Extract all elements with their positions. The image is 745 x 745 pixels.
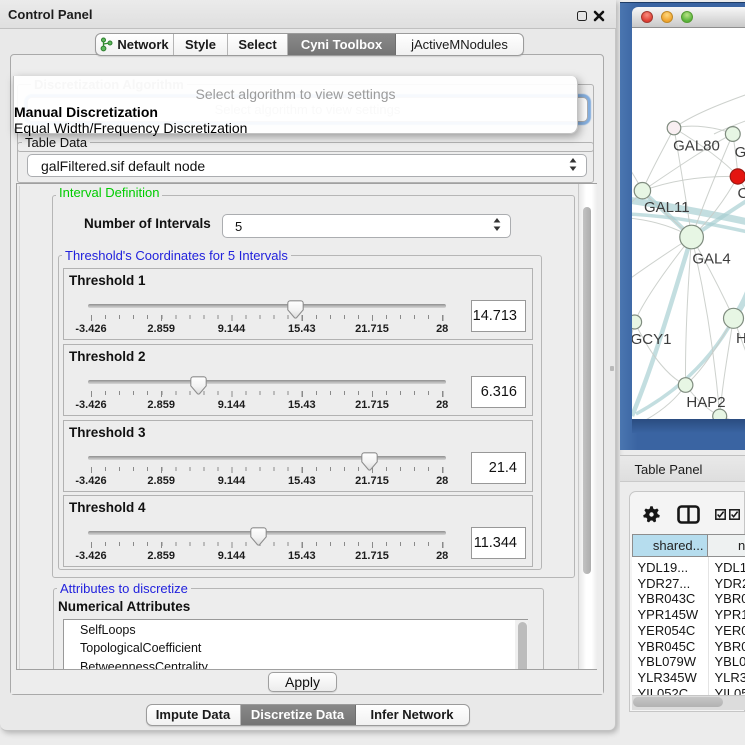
svg-text:GAL80: GAL80 bbox=[673, 137, 720, 154]
svg-text:HAP2: HAP2 bbox=[686, 394, 725, 411]
svg-text:H: H bbox=[736, 330, 745, 347]
svg-text:GCY1: GCY1 bbox=[632, 331, 671, 348]
svg-text:GAL11: GAL11 bbox=[644, 199, 690, 216]
svg-text:C: C bbox=[737, 185, 745, 202]
svg-text:GA: GA bbox=[734, 144, 745, 161]
svg-text:GAL4: GAL4 bbox=[692, 250, 730, 267]
